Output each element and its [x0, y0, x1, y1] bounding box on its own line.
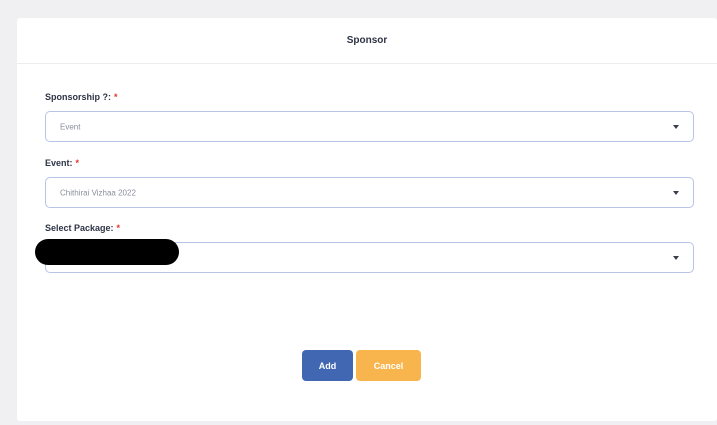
- event-label-text: Event:: [45, 158, 73, 168]
- page-title: Sponsor: [346, 35, 388, 46]
- event-select-value: Chithirai Vizhaa 2022: [60, 188, 136, 197]
- sponsorship-select[interactable]: Event: [45, 111, 694, 142]
- add-button[interactable]: Add: [302, 350, 353, 381]
- event-label: Event: *: [45, 158, 79, 168]
- package-label-text: Select Package:: [45, 223, 114, 233]
- cancel-button[interactable]: Cancel: [356, 350, 421, 381]
- caret-down-icon: [673, 190, 679, 195]
- sponsorship-label-text: Sponsorship ?:: [45, 92, 111, 102]
- sponsorship-select-value: Event: [60, 122, 81, 131]
- package-label: Select Package: *: [45, 223, 120, 233]
- required-marker: *: [114, 92, 118, 102]
- caret-down-icon: [673, 255, 679, 260]
- event-select[interactable]: Chithirai Vizhaa 2022: [45, 177, 694, 208]
- caret-down-icon: [673, 124, 679, 129]
- card-header: Sponsor: [17, 18, 717, 64]
- sponsor-form-card: Sponsor Sponsorship ?: * Event Event: * Ch…: [17, 18, 717, 421]
- required-marker: *: [116, 223, 121, 233]
- redaction-mark: [35, 239, 179, 265]
- sponsorship-label: Sponsorship ?: *: [45, 92, 118, 102]
- required-marker: *: [75, 158, 80, 168]
